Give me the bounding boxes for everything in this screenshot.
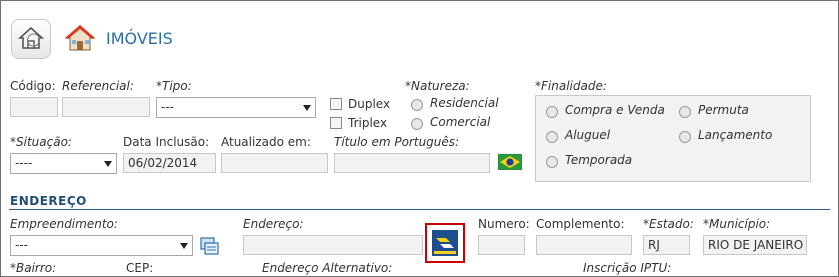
label-cep: CEP: — [126, 261, 154, 275]
chevron-down-icon — [303, 105, 311, 111]
finalidade-permuta-label: Permuta — [698, 103, 749, 117]
finalidade-lancamento-radio[interactable] — [679, 131, 691, 143]
label-municipio: *Município: — [703, 217, 771, 231]
atualizado-em-field[interactable] — [221, 153, 328, 173]
endereco-section-title: ENDEREÇO — [10, 194, 87, 208]
brazil-flag-icon[interactable] — [498, 154, 522, 170]
empreendimento-selected-value: --- — [15, 238, 28, 252]
finalidade-temporada-radio[interactable] — [546, 156, 558, 168]
finalidade-temporada-label: Temporada — [565, 153, 633, 167]
label-inscricao-iptu: Inscrição IPTU: — [583, 261, 672, 275]
label-empreendimento: Empreendimento: — [10, 217, 118, 231]
label-finalidade: *Finalidade: — [535, 79, 607, 93]
numero-field[interactable] — [478, 235, 525, 255]
label-estado: *Estado: — [643, 217, 694, 231]
section-divider — [9, 209, 830, 210]
label-titulo-pt: Título em Português: — [334, 135, 460, 149]
house-icon — [65, 25, 95, 51]
codigo-field[interactable] — [10, 97, 58, 117]
label-referencial: Referencial: — [62, 79, 134, 93]
natureza-residencial-radio[interactable] — [411, 99, 423, 111]
label-natureza: *Natureza: — [405, 79, 470, 93]
label-endereco: Endereço: — [243, 217, 304, 231]
referencial-field[interactable] — [62, 97, 150, 117]
correios-icon — [432, 230, 458, 256]
label-bairro: *Bairro: — [10, 261, 57, 275]
finalidade-aluguel-radio[interactable] — [546, 131, 558, 143]
complemento-field[interactable] — [536, 235, 632, 255]
tipo-selected-value: --- — [161, 100, 174, 114]
triplex-label: Triplex — [348, 116, 388, 130]
natureza-comercial-label: Comercial — [430, 115, 491, 129]
finalidade-compra-venda-radio[interactable] — [546, 106, 558, 118]
natureza-comercial-radio[interactable] — [411, 118, 423, 130]
finalidade-permuta-radio[interactable] — [679, 106, 691, 118]
municipio-field[interactable]: RIO DE JANEIRO — [703, 235, 807, 255]
home-button[interactable] — [11, 19, 51, 59]
label-numero: Numero: — [478, 217, 530, 231]
page-title: IMÓVEIS — [106, 29, 173, 48]
copy-icon[interactable] — [200, 237, 220, 257]
data-inclusao-field[interactable]: 06/02/2014 — [123, 153, 216, 173]
duplex-checkbox[interactable] — [330, 98, 342, 110]
tipo-select[interactable]: --- — [156, 97, 316, 118]
label-endereco-alternativo: Endereço Alternativo: — [262, 261, 393, 275]
label-complemento: Complemento: — [536, 217, 625, 231]
natureza-residencial-label: Residencial — [430, 96, 499, 110]
correios-lookup-button[interactable] — [425, 223, 465, 263]
label-tipo: *Tipo: — [156, 79, 192, 93]
chevron-down-icon — [180, 243, 188, 249]
chevron-down-icon — [104, 161, 112, 167]
home-icon — [17, 26, 45, 49]
empreendimento-select[interactable]: --- — [10, 235, 193, 256]
titulo-pt-field[interactable] — [334, 153, 490, 173]
finalidade-compra-venda-label: Compra e Venda — [565, 103, 665, 117]
triplex-checkbox[interactable] — [330, 117, 342, 129]
finalidade-lancamento-label: Lançamento — [698, 128, 773, 142]
estado-field[interactable]: RJ — [643, 235, 690, 255]
label-situacao: *Situação: — [10, 135, 72, 149]
duplex-label: Duplex — [348, 97, 391, 111]
label-data-inclusao: Data Inclusão: — [123, 135, 210, 149]
label-atualizado-em: Atualizado em: — [221, 135, 311, 149]
situacao-selected-value: ---- — [15, 156, 33, 170]
label-codigo: Código: — [10, 79, 56, 93]
situacao-select[interactable]: ---- — [10, 153, 117, 174]
endereco-field[interactable] — [243, 235, 423, 255]
finalidade-aluguel-label: Aluguel — [565, 128, 611, 142]
